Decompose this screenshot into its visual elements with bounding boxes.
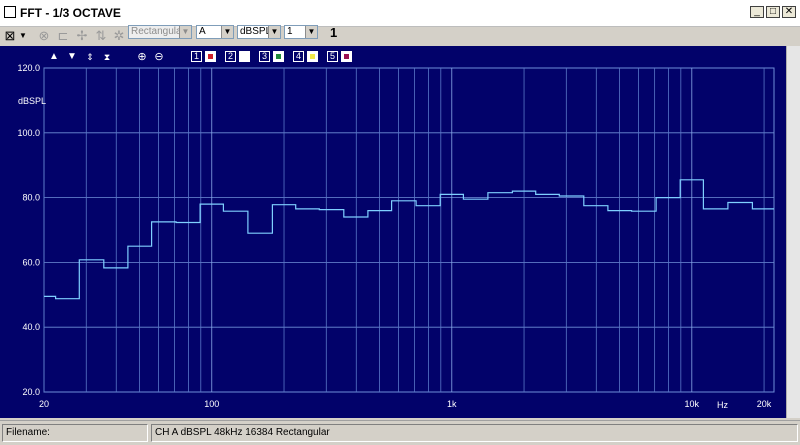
compress-range-icon[interactable]: ⧗ [101,51,113,63]
x-axis-tick-labels: 20 100 1k 10k 20k [39,399,772,409]
channel-count-value: 1 [287,26,293,37]
unit-value: dBSPL [240,26,272,37]
x-tick-label: 100 [204,399,219,409]
toolbar: ⊠ ▼ ⊗ ⊏ ✢ ⇅ ✲ [0,26,800,46]
channel-1-color[interactable] [205,51,216,62]
y-tick-label: 40.0 [22,322,40,332]
unit-select[interactable]: dBSPL ▼ [237,25,281,39]
plot-frame [43,67,775,393]
minimize-button[interactable]: _ [750,6,764,18]
channel-3-toggle[interactable]: 3 [259,51,270,62]
window-type-value: Rectangular [131,26,185,37]
channel-3-color[interactable] [273,51,284,62]
scale-up-icon[interactable]: ▲ [48,51,60,63]
close-button[interactable]: ✕ [782,6,796,18]
marker-icon[interactable]: ✢ [75,28,89,44]
y-axis-label: dBSPL [18,96,46,106]
average-count: 1 [330,25,338,40]
weighting-value: A [199,26,206,37]
window-type-select[interactable]: Rectangular ▼ [128,25,192,39]
measurement-info: CH A dBSPL 48kHz 16384 Rectangular [151,424,798,442]
channel-5-toggle[interactable]: 5 [327,51,338,62]
weighting-select[interactable]: A ▼ [196,25,234,39]
stop-icon[interactable]: ⊗ [37,28,51,44]
settings-gear-icon[interactable]: ✲ [112,28,126,44]
zoom-in-icon[interactable]: ⊕ [136,51,148,63]
chevron-down-icon[interactable]: ▼ [19,28,27,44]
expand-range-icon[interactable]: ⇕ [84,51,96,63]
title-bar[interactable]: FFT - 1/3 OCTAVE _ □ ✕ [0,0,800,27]
chevron-down-icon: ▼ [221,26,233,38]
maximize-button[interactable]: □ [766,6,780,18]
fft-chart[interactable]: 20.0 40.0 60.0 80.0 100.0 120.0 20 100 1k 10k 20k… [0,46,786,418]
x-tick-label: 1k [447,399,457,409]
fft-settings-icon[interactable]: ⊠ [3,28,17,44]
compare-icon[interactable]: ⇅ [94,28,108,44]
fft-window: FFT - 1/3 OCTAVE _ □ ✕ ⊠ ▼ ⊗ ⊏ ✢ ⇅ ✲ Rec… [0,0,800,445]
x-tick-label: 10k [685,399,700,409]
y-tick-label: 20.0 [22,387,40,397]
vertical-scrollbar[interactable] [786,46,800,418]
scale-down-icon[interactable]: ▼ [66,51,78,63]
channel-4-color-dot [310,54,315,59]
chevron-down-icon: ▼ [268,26,280,38]
channel-1-color-dot [208,54,213,59]
channel-count-select[interactable]: 1 ▼ [284,25,318,39]
filename-label: Filename: [6,427,50,438]
channel-4-toggle[interactable]: 4 [293,51,304,62]
y-tick-label: 120.0 [17,63,40,73]
app-icon [4,6,16,18]
chevron-down-icon: ▼ [179,26,191,38]
channel-5-color[interactable] [341,51,352,62]
status-bar: Filename: CH A dBSPL 48kHz 16384 Rectang… [0,420,800,445]
y-tick-label: 80.0 [22,193,40,203]
channel-4-color[interactable] [307,51,318,62]
x-tick-label: 20k [757,399,772,409]
chart-grid [43,67,775,393]
filename-field: Filename: [2,424,148,442]
channel-1-toggle[interactable]: 1 [191,51,202,62]
window-title: FFT - 1/3 OCTAVE [20,6,121,20]
plot-area[interactable]: 20.0 40.0 60.0 80.0 100.0 120.0 20 100 1k 10k 20k… [0,46,786,418]
channel-2-color-dot [242,54,247,59]
y-tick-label: 60.0 [22,257,40,267]
channel-2-toggle[interactable]: 2 [225,51,236,62]
x-axis-label: Hz [717,400,728,410]
channel-3-color-dot [276,54,281,59]
channel-5-color-dot [344,54,349,59]
channel-2-color[interactable] [239,51,250,62]
y-tick-label: 100.0 [17,128,40,138]
x-tick-label: 20 [39,399,49,409]
chevron-down-icon: ▼ [305,26,317,38]
y-axis-tick-labels: 20.0 40.0 60.0 80.0 100.0 120.0 [17,63,40,397]
cursor-icon[interactable]: ⊏ [56,28,70,44]
zoom-out-icon[interactable]: ⊖ [153,51,165,63]
